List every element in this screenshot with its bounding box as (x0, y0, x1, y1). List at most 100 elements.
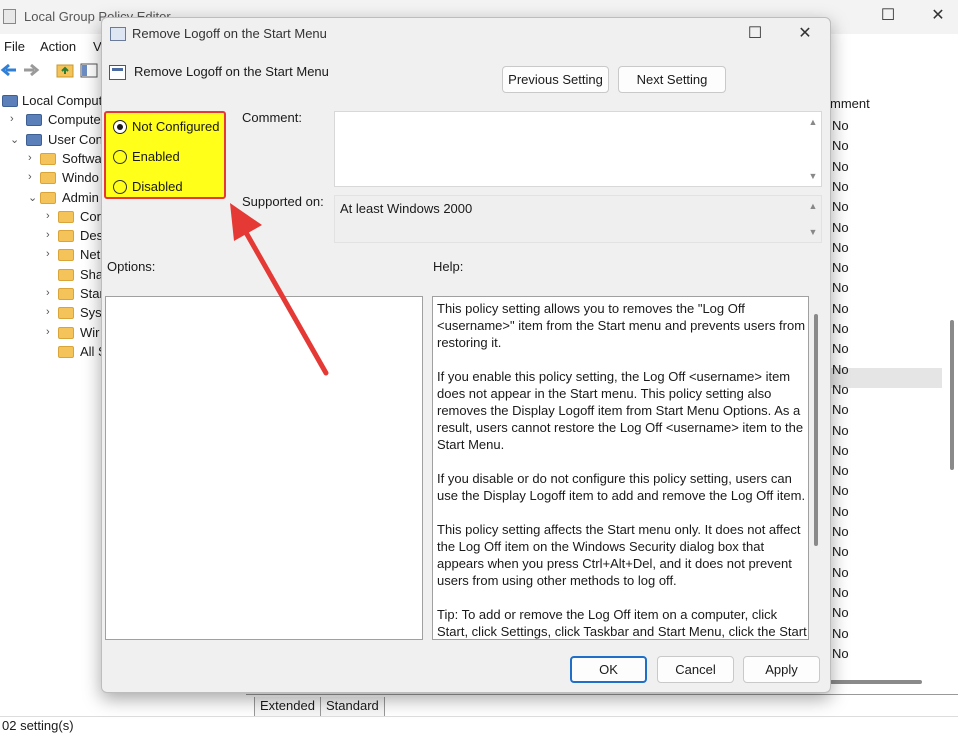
tree-item-label: Admin (62, 189, 99, 205)
comment-cell: No (832, 564, 849, 580)
help-panel[interactable]: This policy setting allows you to remove… (432, 296, 809, 640)
maximize-icon[interactable]: ☐ (878, 6, 898, 26)
comment-cell: No (832, 544, 849, 560)
help-paragraph: This policy setting affects the Start me… (437, 522, 801, 588)
ok-button[interactable]: OK (570, 656, 647, 683)
next-setting-button[interactable]: Next Setting (618, 66, 726, 93)
tree-item-label: Computer (48, 112, 106, 128)
chevron-right-icon[interactable]: › (10, 113, 20, 125)
help-label: Help: (433, 259, 464, 274)
folder-icon (40, 152, 56, 165)
comment-cell: No (832, 321, 849, 336)
maximize-icon[interactable]: ☐ (744, 23, 766, 45)
chevron-down-icon[interactable]: ⌄ (10, 133, 20, 146)
horizontal-scrollbar[interactable] (830, 680, 922, 684)
chevron-right-icon[interactable]: › (28, 171, 38, 183)
annotation-arrow-icon (230, 203, 329, 376)
radio-button[interactable] (113, 150, 127, 164)
setting-name: Remove Logoff on the Start Menu (134, 64, 329, 79)
tab-standard[interactable]: Standard (320, 697, 385, 717)
folder-icon (58, 268, 74, 281)
menu-file[interactable]: File (4, 39, 25, 54)
comment-cell: No (832, 239, 849, 255)
close-icon[interactable]: ✕ (928, 6, 948, 26)
tree-item-label: Sys (80, 305, 102, 321)
tree-item-label: Local Computer (22, 93, 114, 108)
policy-icon (2, 95, 18, 107)
chevron-right-icon[interactable]: › (28, 152, 38, 164)
computer-icon (26, 133, 42, 146)
show-hide-tree-icon[interactable] (80, 62, 98, 78)
state-radio-group: Not Configured Enabled Disabled (104, 111, 226, 199)
back-arrow-icon[interactable] (0, 62, 18, 78)
comment-cell: No (832, 645, 849, 661)
comment-cell: No (832, 138, 849, 154)
tree-item-label: Sha (80, 266, 104, 282)
tree-item-label: Softwa (62, 150, 102, 166)
setting-icon (109, 65, 126, 80)
folder-icon (58, 249, 74, 262)
comment-cell: No (832, 341, 849, 357)
settings-list: mment No No No No No No No No No No No No No No No No No… (830, 90, 958, 690)
cancel-button[interactable]: Cancel (657, 656, 734, 683)
folder-icon (40, 191, 56, 204)
supported-on-value: At least Windows 2000 (340, 201, 473, 216)
view-tabs: Extended Standard (246, 694, 958, 717)
folder-icon (58, 307, 74, 320)
policy-icon (110, 27, 126, 41)
up-folder-icon[interactable] (56, 62, 74, 78)
comment-textarea[interactable]: ▲ ▼ (334, 111, 822, 187)
comment-cell: No (832, 584, 849, 600)
help-paragraph: If you disable or do not configure this … (437, 471, 806, 503)
comment-cell: No (832, 605, 849, 621)
radio-label: Enabled (132, 149, 180, 164)
chevron-right-icon[interactable]: › (46, 306, 56, 318)
chevron-right-icon[interactable]: › (46, 210, 56, 222)
folder-icon (58, 345, 74, 358)
folder-icon (58, 326, 74, 339)
help-text: This policy setting allows you to remove… (437, 300, 807, 639)
comment-label: Comment: (242, 110, 302, 125)
radio-button-checked[interactable] (113, 120, 127, 134)
chevron-right-icon[interactable]: › (46, 287, 56, 299)
chevron-right-icon[interactable]: › (46, 326, 56, 338)
chevron-right-icon[interactable]: › (46, 248, 56, 260)
forward-arrow-icon[interactable] (22, 62, 40, 78)
chevron-right-icon[interactable]: › (46, 229, 56, 241)
scroll-up-icon[interactable]: ▲ (808, 201, 818, 211)
folder-icon (58, 288, 74, 300)
chevron-down-icon[interactable]: ⌄ (28, 191, 38, 204)
scroll-up-icon[interactable]: ▲ (808, 117, 818, 127)
tree-item-label: Net (80, 247, 101, 263)
options-label: Options: (107, 259, 156, 274)
comment-cell: No (832, 219, 849, 235)
tab-extended[interactable]: Extended (254, 697, 321, 717)
folder-icon (58, 210, 74, 223)
status-text: 02 setting(s) (2, 718, 74, 733)
help-paragraph: This policy setting allows you to remove… (437, 301, 806, 350)
previous-setting-button[interactable]: Previous Setting (502, 66, 609, 93)
folder-icon (40, 172, 56, 185)
close-icon[interactable]: ✕ (794, 23, 816, 45)
comment-cell: No (832, 402, 849, 418)
dialog-title: Remove Logoff on the Start Menu (132, 26, 327, 41)
radio-button[interactable] (113, 180, 127, 194)
tree-item-label: Windo (62, 170, 99, 186)
scroll-down-icon[interactable]: ▼ (808, 171, 818, 181)
menu-action[interactable]: Action (40, 39, 76, 54)
comment-cell: No (832, 280, 849, 296)
radio-label: Not Configured (132, 119, 220, 134)
help-scrollbar[interactable] (814, 314, 818, 546)
help-paragraph: Tip: To add or remove the Log Off item o… (437, 607, 807, 639)
scroll-down-icon[interactable]: ▼ (808, 227, 818, 237)
navigation-tree: Local Computer › Computer ⌄ User Confi › Softw… (0, 90, 114, 690)
comment-cell: No (832, 158, 849, 174)
help-paragraph: If you enable this policy setting, the L… (437, 369, 804, 452)
comment-cell: No (832, 300, 849, 316)
comment-cell: No (832, 463, 849, 479)
vertical-scrollbar[interactable] (950, 320, 954, 470)
comment-cell: No (832, 422, 849, 438)
apply-button[interactable]: Apply (743, 656, 820, 683)
policy-setting-dialog: Remove Logoff on the Start Menu ☐ ✕ Remo… (101, 17, 831, 693)
comment-column-header[interactable]: mment (830, 96, 870, 111)
